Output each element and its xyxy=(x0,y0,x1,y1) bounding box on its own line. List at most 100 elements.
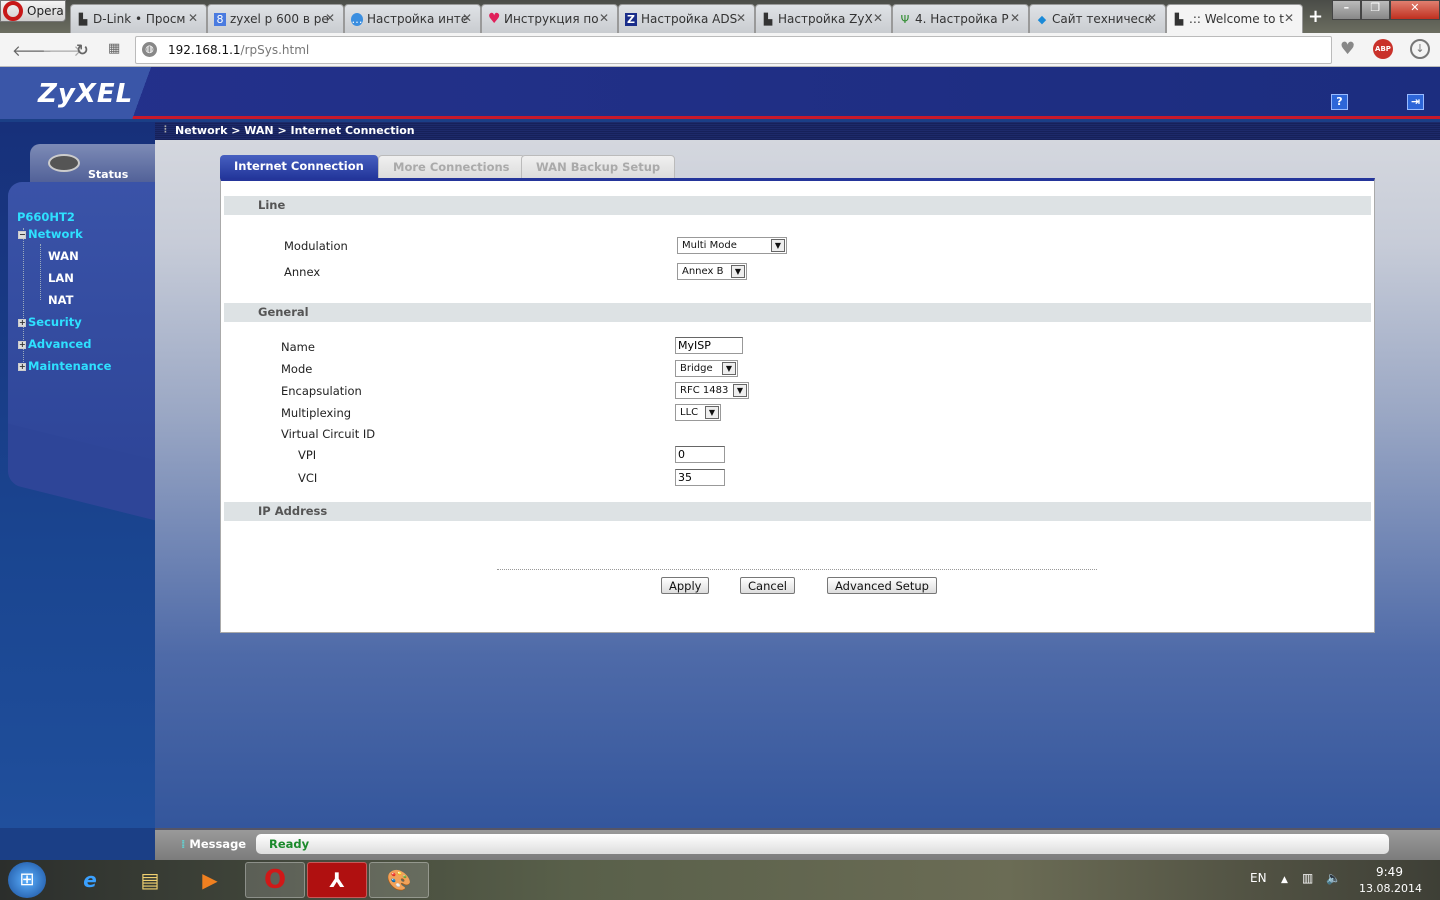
browser-tab[interactable]: Ψ 4. Настройка Р ✕ xyxy=(892,4,1029,33)
browser-tab[interactable]: … Настройка инте ✕ xyxy=(344,4,481,33)
maximize-button[interactable]: ❐ xyxy=(1360,0,1390,20)
close-tab-icon[interactable]: ✕ xyxy=(1147,11,1157,25)
close-tab-icon[interactable]: ✕ xyxy=(736,11,746,25)
download-icon[interactable]: ↓ xyxy=(1410,39,1430,59)
menu-label: Network xyxy=(28,227,83,241)
tab-title: Настройка инте xyxy=(367,12,469,26)
expand-icon[interactable]: + xyxy=(18,319,26,327)
select-value: RFC 1483 xyxy=(680,385,729,396)
logout-icon[interactable]: ⇥ xyxy=(1407,94,1424,110)
sidebar-item-network[interactable]: − Network xyxy=(18,227,83,241)
sidebar-item-maintenance[interactable]: + Maintenance xyxy=(18,359,111,373)
sidebar-item-nat[interactable]: NAT xyxy=(48,293,73,307)
breadcrumb: ⋮ Network > WAN > Internet Connection xyxy=(155,122,1440,140)
tab-more-connections[interactable]: More Connections xyxy=(378,155,525,179)
vci-input[interactable]: 35 xyxy=(675,469,725,486)
minimize-button[interactable]: – xyxy=(1332,0,1361,20)
encapsulation-select[interactable]: RFC 1483 ▼ xyxy=(675,382,749,399)
network-icon[interactable]: ▥ xyxy=(1302,871,1313,885)
browser-tab[interactable]: ▙ D-Link • Просм ✕ xyxy=(70,4,207,33)
reload-icon[interactable]: ↻ xyxy=(76,41,89,59)
router-icon xyxy=(48,154,80,172)
cancel-button[interactable]: Cancel xyxy=(740,577,795,594)
tab-title: Сайт техническ xyxy=(1052,12,1152,26)
menu-label: Security xyxy=(28,315,82,329)
browser-tab[interactable]: ▙ Настройка ZyX ✕ xyxy=(755,4,892,33)
url-path: /rpSys.html xyxy=(240,43,310,57)
language-indicator[interactable]: EN xyxy=(1250,871,1267,885)
close-tab-icon[interactable]: ✕ xyxy=(462,11,472,25)
browser-tab[interactable]: 8 zyxel p 600 в ре ✕ xyxy=(207,4,344,33)
grip-icon: ⁞ xyxy=(181,837,186,851)
section-general: General xyxy=(224,303,1371,322)
expand-icon[interactable]: + xyxy=(18,363,26,371)
close-tab-icon[interactable]: ✕ xyxy=(188,11,198,25)
virtual-circuit-label: Virtual Circuit ID xyxy=(281,427,376,441)
start-button[interactable]: ⊞ xyxy=(8,862,46,898)
adblock-icon[interactable]: ABP xyxy=(1373,39,1393,59)
device-name[interactable]: P660HT2 xyxy=(17,210,75,224)
opera-taskbar-icon[interactable]: O xyxy=(245,862,305,898)
chat-icon: … xyxy=(351,13,363,26)
close-window-button[interactable]: ✕ xyxy=(1389,0,1440,20)
address-field[interactable]: ◍ 192.168.1.1/rpSys.html xyxy=(135,36,1332,64)
volume-icon[interactable]: 🔈 xyxy=(1326,871,1341,885)
media-player-icon[interactable]: ▶ xyxy=(180,862,240,898)
paint-icon[interactable]: 🎨 xyxy=(369,862,429,898)
clock-date[interactable]: 13.08.2014 xyxy=(1359,882,1422,895)
message-status: Ready xyxy=(256,834,1389,854)
opera-logo-icon xyxy=(3,1,23,21)
close-tab-icon[interactable]: ✕ xyxy=(1010,11,1020,25)
bookmark-heart-icon[interactable]: ♥ xyxy=(1340,39,1355,59)
window-controls: – ❐ ✕ xyxy=(1332,0,1440,20)
expand-icon[interactable]: + xyxy=(18,341,26,349)
sidebar-item-security[interactable]: + Security xyxy=(18,315,82,329)
browser-tab-active[interactable]: ▙ .:: Welcome to t ✕ xyxy=(1166,4,1303,33)
message-bar: ⁞ Message Ready xyxy=(155,828,1440,860)
page-icon: ▙ xyxy=(763,13,773,26)
url-host: 192.168.1.1 xyxy=(168,43,241,57)
sidebar-item-wan[interactable]: WAN xyxy=(48,249,79,263)
heart-icon: ♥ xyxy=(488,11,501,27)
tree-line xyxy=(40,244,41,300)
clock-time[interactable]: 9:49 xyxy=(1376,865,1403,879)
sidebar-item-advanced[interactable]: + Advanced xyxy=(18,337,91,351)
ie-icon[interactable]: e xyxy=(60,862,120,898)
mode-select[interactable]: Bridge ▼ xyxy=(675,360,738,377)
vci-label: VCI xyxy=(298,471,318,485)
multiplexing-label: Multiplexing xyxy=(281,406,352,420)
menu-label: Maintenance xyxy=(28,359,112,373)
collapse-icon[interactable]: − xyxy=(18,231,26,239)
tab-internet-connection[interactable]: Internet Connection xyxy=(220,155,378,179)
tab-wan-backup-setup[interactable]: WAN Backup Setup xyxy=(521,155,676,179)
new-tab-button[interactable]: + xyxy=(1308,6,1323,27)
help-icon[interactable]: ? xyxy=(1331,94,1348,110)
name-input[interactable]: MyISP xyxy=(675,337,743,354)
tab-title: .:: Welcome to t xyxy=(1189,12,1284,26)
breadcrumb-text: Network > WAN > Internet Connection xyxy=(175,124,415,137)
browser-tab[interactable]: ♥ Инструкция по ✕ xyxy=(481,4,618,33)
chevron-down-icon: ▼ xyxy=(731,265,745,278)
close-tab-icon[interactable]: ✕ xyxy=(599,11,609,25)
page-icon: ▙ xyxy=(78,13,88,26)
apply-button[interactable]: Apply xyxy=(661,577,710,594)
vpi-input[interactable]: 0 xyxy=(675,446,725,463)
close-tab-icon[interactable]: ✕ xyxy=(873,11,883,25)
speed-dial-icon[interactable]: ▦ xyxy=(108,41,120,56)
router-header: ZyXEL ? ⇥ xyxy=(0,67,1440,119)
acrobat-icon[interactable]: ⅄ xyxy=(307,862,367,898)
multiplexing-select[interactable]: LLC ▼ xyxy=(675,404,721,421)
browser-tab[interactable]: ◆ Сайт техническ ✕ xyxy=(1029,4,1166,33)
explorer-icon[interactable]: ▤ xyxy=(120,862,180,898)
sidebar-item-lan[interactable]: LAN xyxy=(48,271,74,285)
browser-tab[interactable]: Z Настройка ADS ✕ xyxy=(618,4,755,33)
opera-menu-button[interactable]: Opera xyxy=(0,0,66,22)
tray-expand-icon[interactable]: ▲ xyxy=(1281,875,1288,885)
main-content: Internet Connection More Connections WAN… xyxy=(155,140,1440,828)
close-tab-icon[interactable]: ✕ xyxy=(1284,11,1294,25)
advanced-setup-button[interactable]: Advanced Setup xyxy=(827,577,937,594)
chevron-down-icon: ▼ xyxy=(733,384,747,397)
annex-select[interactable]: Annex B ▼ xyxy=(677,263,747,280)
close-tab-icon[interactable]: ✕ xyxy=(325,11,335,25)
modulation-select[interactable]: Multi Mode ▼ xyxy=(677,237,787,254)
